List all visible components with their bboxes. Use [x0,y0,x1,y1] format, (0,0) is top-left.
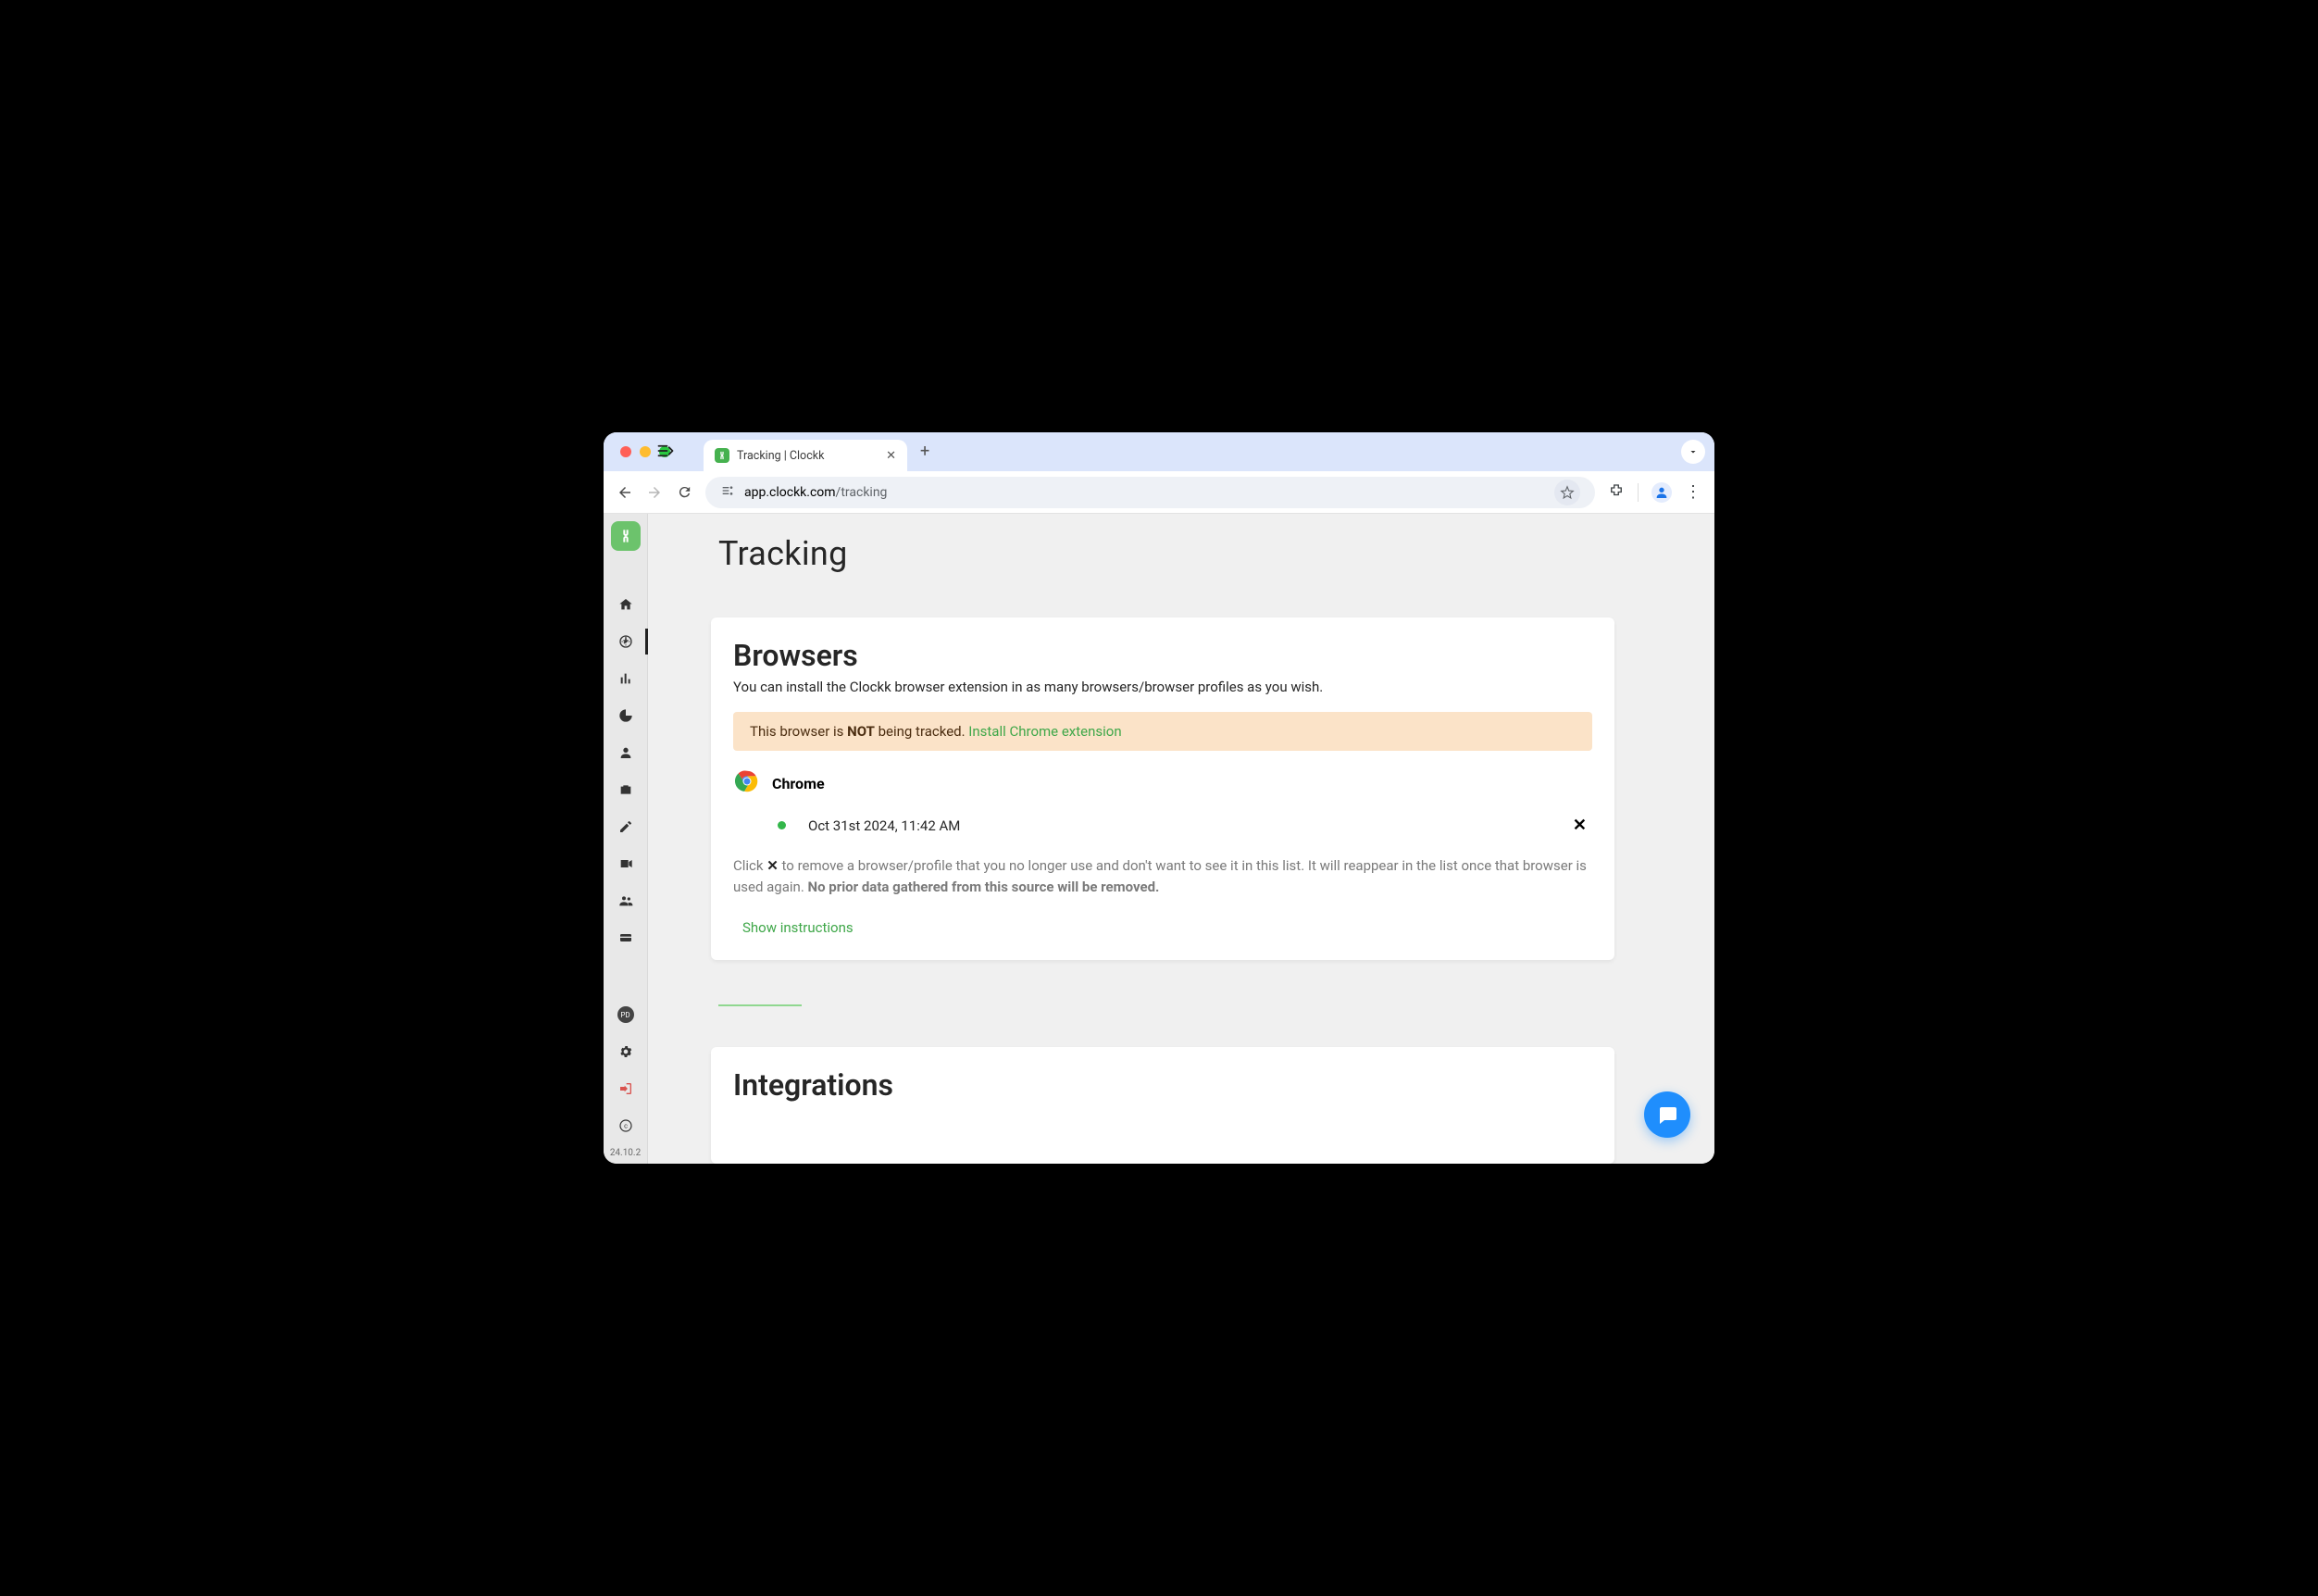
browsers-subtitle: You can install the Clockk browser exten… [733,679,1592,695]
alert-strong: NOT [847,723,875,740]
bookmark-star-icon[interactable] [1554,480,1580,505]
tabs-overflow-button[interactable] [1681,440,1705,464]
sidebar-item-edit[interactable] [604,808,648,845]
browser-name: Chrome [772,775,825,792]
url-text: app.clockk.com/tracking [744,485,887,500]
sidebar-item-pd-badge[interactable]: PD [604,996,648,1033]
integrations-card: Integrations [711,1047,1614,1164]
section-divider [718,1004,802,1006]
sidebar-item-home[interactable] [604,586,648,623]
sidebar-item-team[interactable] [604,882,648,919]
sidebar-item-video[interactable] [604,845,648,882]
show-instructions-link[interactable]: Show instructions [733,919,854,936]
sidebar-item-logout[interactable] [604,1070,648,1107]
kebab-menu-icon[interactable]: ⋮ [1685,482,1701,502]
app-version: 24.10.2 [610,1144,641,1164]
sidebar-item-tracking[interactable] [604,623,648,660]
sidebar-item-projects[interactable] [604,771,648,808]
alert-suffix: being tracked. [875,723,968,740]
intercom-chat-button[interactable] [1644,1091,1690,1138]
browsers-card: Browsers You can install the Clockk brow… [711,617,1614,960]
sidebar-item-user[interactable] [604,734,648,771]
reload-button[interactable] [676,484,692,500]
tab-close-icon[interactable]: ✕ [886,449,896,463]
remove-instance-button[interactable]: ✕ [1573,816,1592,835]
app-logo[interactable] [611,521,641,551]
sidebar-item-analytics[interactable] [604,697,648,734]
sidebar-item-reports[interactable] [604,660,648,697]
tab-title: Tracking | Clockk [737,449,824,463]
svg-text:c: c [624,1122,628,1130]
browser-row: Chrome [733,767,1592,799]
extensions-icon[interactable] [1608,482,1625,503]
window-titlebar: Tracking | Clockk ✕ + [604,432,1714,471]
sidebar-item-billing[interactable] [604,919,648,956]
page-title: Tracking [718,534,1700,573]
tracking-alert: This browser is NOT being tracked. Insta… [733,712,1592,751]
forward-button[interactable] [646,484,663,501]
install-extension-link[interactable]: Install Chrome extension [968,723,1121,740]
browser-tab[interactable]: Tracking | Clockk ✕ [704,440,907,471]
status-dot-icon [778,821,786,829]
main-content: Tracking Browsers You can install the Cl… [648,514,1714,1164]
app-sidebar: PD c 24.10.2 [604,514,648,1164]
back-button[interactable] [617,484,633,501]
instance-timestamp: Oct 31st 2024, 11:42 AM [808,817,960,834]
address-bar[interactable]: app.clockk.com/tracking [705,477,1595,508]
browser-toolbar: app.clockk.com/tracking ⋮ [604,471,1714,514]
sidebar-item-about[interactable]: c [604,1107,648,1144]
new-tab-button[interactable]: + [920,443,929,460]
chrome-icon [733,767,761,799]
integrations-heading: Integrations [733,1067,1592,1103]
site-settings-icon[interactable] [720,483,735,502]
alert-prefix: This browser is [750,723,847,740]
browsers-heading: Browsers [733,638,1592,673]
tab-favicon [715,448,729,463]
browser-instance-row: Oct 31st 2024, 11:42 AM ✕ [733,808,1592,842]
minimize-window-button[interactable] [640,446,651,457]
profile-avatar-icon[interactable] [1651,482,1672,503]
toolbar-separator [1638,483,1639,502]
x-inline-icon: ✕ [766,857,779,874]
sidebar-item-settings[interactable] [604,1033,648,1070]
close-window-button[interactable] [620,446,631,457]
remove-note: Click ✕ to remove a browser/profile that… [733,855,1592,899]
